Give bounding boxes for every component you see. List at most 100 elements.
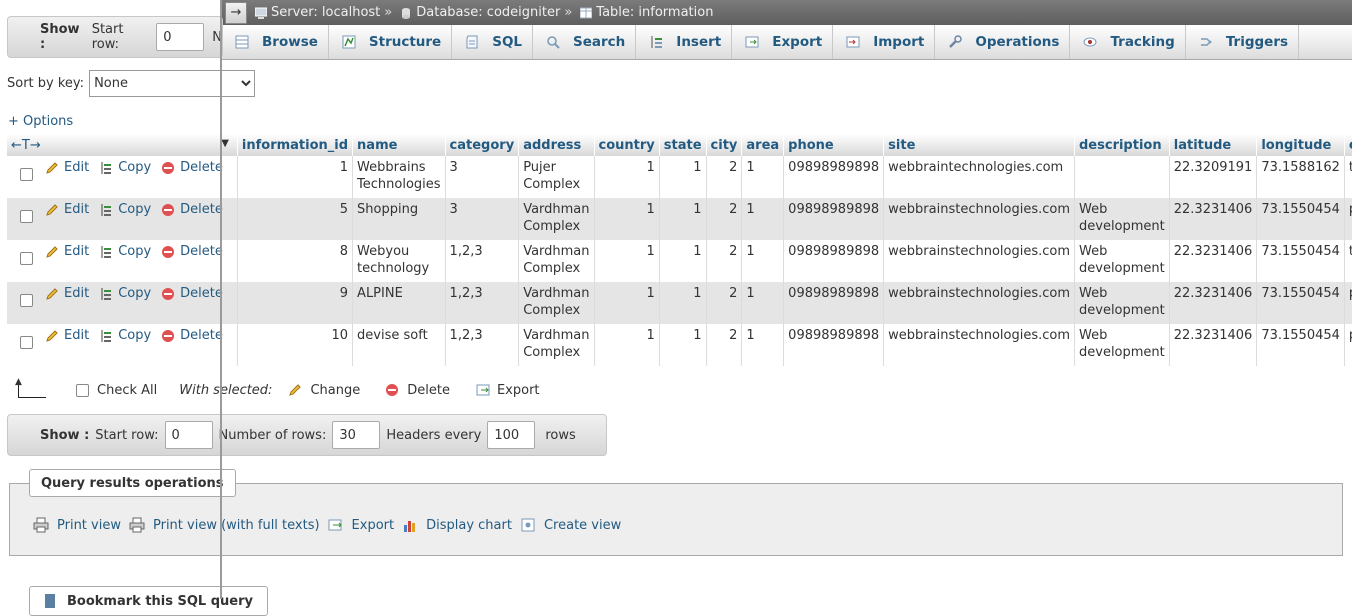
- cell-ema[interactable]: priy: [1344, 198, 1352, 240]
- column-arrows-icon[interactable]: ←T→: [11, 138, 41, 153]
- options-link[interactable]: + Options: [8, 114, 73, 129]
- tab-search[interactable]: Search: [533, 25, 637, 59]
- row-checkbox[interactable]: [20, 251, 33, 265]
- cell-latitude[interactable]: 22.3231406: [1169, 282, 1258, 324]
- copy-button[interactable]: Copy: [99, 159, 151, 176]
- cell-information-id[interactable]: 5: [237, 198, 354, 240]
- cell-category[interactable]: 1,2,3: [445, 282, 520, 324]
- cell-latitude[interactable]: 22.3231406: [1169, 240, 1258, 282]
- cell-longitude[interactable]: 73.1550454: [1256, 240, 1345, 282]
- row-checkbox[interactable]: [20, 167, 33, 181]
- cell-name[interactable]: Shopping: [352, 198, 446, 240]
- copy-button[interactable]: Copy: [99, 327, 151, 344]
- column-header[interactable]: ema: [1344, 134, 1352, 156]
- copy-button[interactable]: Copy: [99, 201, 151, 218]
- edit-button[interactable]: Edit: [45, 201, 89, 218]
- column-header[interactable]: latitude: [1169, 134, 1258, 156]
- headers-every-input[interactable]: [487, 421, 536, 449]
- column-menu-icon[interactable]: ▼: [221, 138, 229, 149]
- check-all-checkbox[interactable]: [76, 383, 89, 397]
- column-header[interactable]: state: [659, 134, 707, 156]
- cell-description[interactable]: Web development: [1074, 198, 1170, 240]
- column-header[interactable]: description: [1074, 134, 1170, 156]
- cell-site[interactable]: webbrainstechnologies.com: [883, 240, 1075, 282]
- row-checkbox[interactable]: [20, 209, 33, 223]
- cell-latitude[interactable]: 22.3209191: [1169, 156, 1258, 198]
- cell-ema[interactable]: test: [1344, 240, 1352, 282]
- cell-country[interactable]: 1: [594, 156, 660, 198]
- export-selected-button[interactable]: Export: [476, 383, 540, 398]
- cell-site[interactable]: webbrainstechnologies.com: [883, 198, 1075, 240]
- cell-state[interactable]: 1: [659, 324, 707, 366]
- cell-state[interactable]: 1: [659, 198, 707, 240]
- tab-sql[interactable]: SQL: [452, 25, 534, 59]
- cell-country[interactable]: 1: [594, 240, 660, 282]
- cell-ema[interactable]: test: [1344, 156, 1352, 198]
- tab-structure[interactable]: Structure: [329, 25, 453, 59]
- cell-information-id[interactable]: 1: [237, 156, 354, 198]
- column-header[interactable]: longitude: [1256, 134, 1345, 156]
- breadcrumb-table[interactable]: Table: information: [580, 5, 713, 20]
- cell-description[interactable]: Web development: [1074, 324, 1170, 366]
- cell-latitude[interactable]: 22.3231406: [1169, 324, 1258, 366]
- cell-address[interactable]: Vardhman Complex: [518, 324, 595, 366]
- edit-button[interactable]: Edit: [45, 159, 89, 176]
- tab-insert[interactable]: Insert: [636, 25, 733, 59]
- cell-address[interactable]: Vardhman Complex: [518, 282, 595, 324]
- cell-phone[interactable]: 09898989898: [783, 198, 885, 240]
- breadcrumb-server[interactable]: Server: localhost »: [255, 5, 392, 20]
- cell-category[interactable]: 3: [445, 156, 520, 198]
- cell-latitude[interactable]: 22.3231406: [1169, 198, 1258, 240]
- cell-state[interactable]: 1: [659, 156, 707, 198]
- delete-button[interactable]: Delete: [161, 243, 223, 260]
- cell-phone[interactable]: 09898989898: [783, 324, 885, 366]
- cell-area[interactable]: 1: [741, 324, 785, 366]
- tab-browse[interactable]: Browse: [222, 25, 329, 59]
- cell-information-id[interactable]: 8: [237, 240, 354, 282]
- cell-information-id[interactable]: 10: [237, 324, 354, 366]
- navigation-divider[interactable]: [220, 0, 222, 599]
- check-all-label[interactable]: Check All: [97, 383, 157, 398]
- cell-state[interactable]: 1: [659, 282, 707, 324]
- sort-arrows-header[interactable]: ←T→ ▼: [7, 134, 238, 156]
- cell-site[interactable]: webbrainstechnologies.com: [883, 324, 1075, 366]
- breadcrumb-database[interactable]: Database: codeigniter »: [400, 5, 572, 20]
- edit-button[interactable]: Edit: [45, 285, 89, 302]
- cell-city[interactable]: 2: [706, 324, 743, 366]
- cell-name[interactable]: Webyou technology: [352, 240, 446, 282]
- tab-tracking[interactable]: Tracking: [1070, 25, 1186, 59]
- print-view-link[interactable]: Print view: [33, 517, 121, 533]
- row-checkbox[interactable]: [20, 293, 33, 307]
- start-row-input[interactable]: [156, 23, 205, 51]
- column-header[interactable]: name: [352, 134, 446, 156]
- delete-button[interactable]: Delete: [161, 201, 223, 218]
- edit-button[interactable]: Edit: [45, 243, 89, 260]
- cell-country[interactable]: 1: [594, 324, 660, 366]
- cell-state[interactable]: 1: [659, 240, 707, 282]
- cell-information-id[interactable]: 9: [237, 282, 354, 324]
- cell-city[interactable]: 2: [706, 198, 743, 240]
- cell-area[interactable]: 1: [741, 282, 785, 324]
- display-chart-link[interactable]: Display chart: [402, 517, 512, 533]
- cell-area[interactable]: 1: [741, 198, 785, 240]
- create-view-link[interactable]: Create view: [520, 517, 621, 533]
- cell-description[interactable]: [1074, 156, 1170, 198]
- delete-button[interactable]: Delete: [161, 327, 223, 344]
- column-header[interactable]: city: [706, 134, 743, 156]
- cell-address[interactable]: Vardhman Complex: [518, 240, 595, 282]
- cell-longitude[interactable]: 73.1550454: [1256, 282, 1345, 324]
- cell-category[interactable]: 1,2,3: [445, 240, 520, 282]
- cell-site[interactable]: webbraintechnologies.com: [883, 156, 1075, 198]
- tab-export[interactable]: Export: [732, 25, 834, 59]
- cell-description[interactable]: Web development: [1074, 282, 1170, 324]
- change-button[interactable]: Change: [288, 383, 360, 398]
- tab-import[interactable]: Import: [833, 25, 936, 59]
- delete-button[interactable]: Delete: [161, 159, 223, 176]
- cell-ema[interactable]: priy: [1344, 282, 1352, 324]
- cell-area[interactable]: 1: [741, 240, 785, 282]
- row-checkbox[interactable]: [20, 335, 33, 349]
- delete-selected-button[interactable]: Delete: [385, 383, 450, 398]
- sort-by-key-select[interactable]: None: [89, 70, 256, 97]
- start-row-input[interactable]: [164, 421, 213, 449]
- cell-country[interactable]: 1: [594, 198, 660, 240]
